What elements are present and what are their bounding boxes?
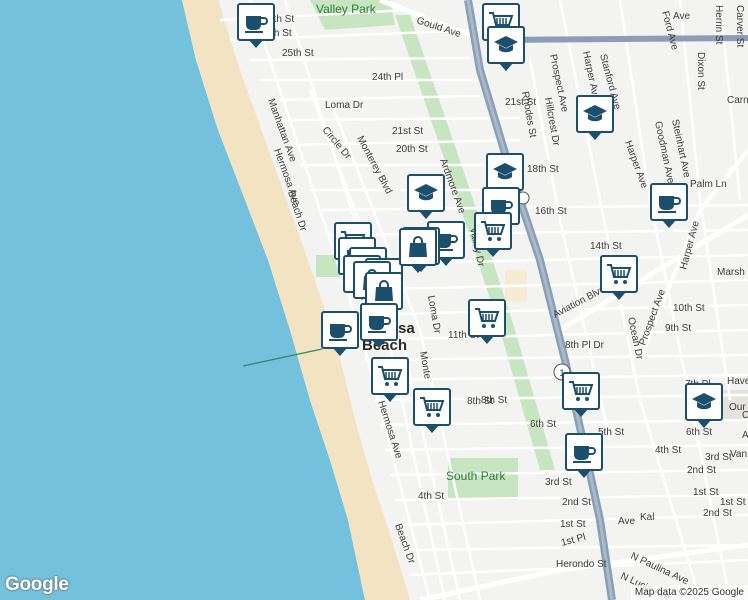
street-label: Palm Ln <box>690 179 727 190</box>
shopping-bag-icon <box>409 236 427 257</box>
shopping-cart-icon <box>569 381 594 401</box>
street-label: 2nd St <box>687 465 716 476</box>
poi-marker-grocery[interactable] <box>468 299 506 344</box>
google-logo[interactable]: Google <box>5 574 69 596</box>
street-label: Herrin St <box>713 5 724 45</box>
poi-marker-grocery[interactable] <box>562 372 600 417</box>
poi-marker-cafe[interactable] <box>650 183 688 228</box>
shopping-cart-icon <box>475 308 500 328</box>
street-label: 1st St <box>560 519 586 530</box>
street-label: 10th St <box>673 303 705 314</box>
street-label: Ave <box>673 11 690 22</box>
park-label: Valley Park <box>316 2 377 16</box>
poi-marker-school[interactable] <box>685 383 723 428</box>
street-label: 2nd St <box>562 497 591 508</box>
map-attribution[interactable]: Map data ©2025 Google <box>630 585 748 600</box>
street-label: 6th St <box>530 419 556 430</box>
street-label: 8th Pl Dr <box>565 340 605 351</box>
street-label: 25th St <box>282 48 314 59</box>
street-label: 4th St <box>655 445 681 456</box>
shopping-cart-icon <box>420 397 445 417</box>
street-label: 4th St <box>418 491 444 502</box>
graduation-cap-icon <box>583 105 607 122</box>
shopping-cart-icon <box>607 264 632 284</box>
poi-marker-cafe[interactable] <box>321 311 359 356</box>
poi-marker-cafe[interactable] <box>565 433 603 478</box>
street-label: Kal <box>640 512 654 523</box>
coffee-cup-icon <box>573 446 596 463</box>
park-label: South Park <box>446 469 506 483</box>
poi-marker-shopping[interactable] <box>399 228 437 273</box>
poi-marker-grocery[interactable] <box>600 255 638 300</box>
poi-marker-school[interactable] <box>407 174 445 219</box>
street-label: 21st St <box>392 126 423 137</box>
poi-marker-grocery[interactable] <box>371 357 409 402</box>
street-label: Carver St <box>734 5 745 47</box>
shopping-cart-icon <box>378 366 403 386</box>
street-label: Marsh <box>717 267 745 278</box>
graduation-cap-icon <box>494 36 518 53</box>
poi-marker-grocery[interactable] <box>474 212 512 257</box>
street-label: Van <box>730 449 747 460</box>
poi-marker-cafe[interactable] <box>360 303 398 348</box>
street-label: 1st St <box>720 497 746 508</box>
street-label: Have <box>727 376 748 387</box>
coffee-cup-icon <box>245 16 268 33</box>
poi-marker-cafe[interactable] <box>237 3 275 48</box>
street-label: 1st St <box>693 487 719 498</box>
poi-marker-school[interactable] <box>487 26 525 71</box>
street-label: 8th St <box>481 395 507 406</box>
city-label: sa <box>398 320 415 337</box>
street-label: Ave <box>618 516 635 527</box>
poi-marker-school[interactable] <box>576 95 614 140</box>
street-label: Carnegie Ln <box>727 95 748 106</box>
graduation-cap-icon <box>493 163 517 180</box>
shopping-cart-icon <box>481 221 506 241</box>
street-label: Chur <box>742 410 748 421</box>
coffee-cup-icon <box>658 196 681 213</box>
street-label: 3rd St <box>545 477 572 488</box>
street-label: 21st St <box>505 97 536 108</box>
street-label: Loma Dr <box>325 100 364 111</box>
street-label: 16th St <box>535 206 567 217</box>
street-label: Dixon St <box>695 52 706 90</box>
graduation-cap-icon <box>692 393 716 410</box>
street-label: 20th St <box>396 144 428 155</box>
street-label: 3rd St <box>705 452 732 463</box>
street-label: 14th St <box>590 241 622 252</box>
poi-marker-grocery[interactable] <box>413 388 451 433</box>
street-label: A <box>742 430 748 441</box>
street-label: 18th St <box>527 164 559 175</box>
north-arterial <box>489 35 748 43</box>
street-label: 24th Pl <box>372 72 403 83</box>
street-label: 6th St <box>686 427 712 438</box>
street-label: 2nd St <box>703 508 732 519</box>
shopping-bag-icon <box>375 280 393 301</box>
graduation-cap-icon <box>414 184 438 201</box>
poi-marker-school[interactable] <box>486 153 524 198</box>
coffee-cup-icon <box>368 316 391 333</box>
street-label: 9th St <box>665 323 691 334</box>
coffee-cup-icon <box>329 324 352 341</box>
street-label: Herondo St <box>556 559 607 570</box>
